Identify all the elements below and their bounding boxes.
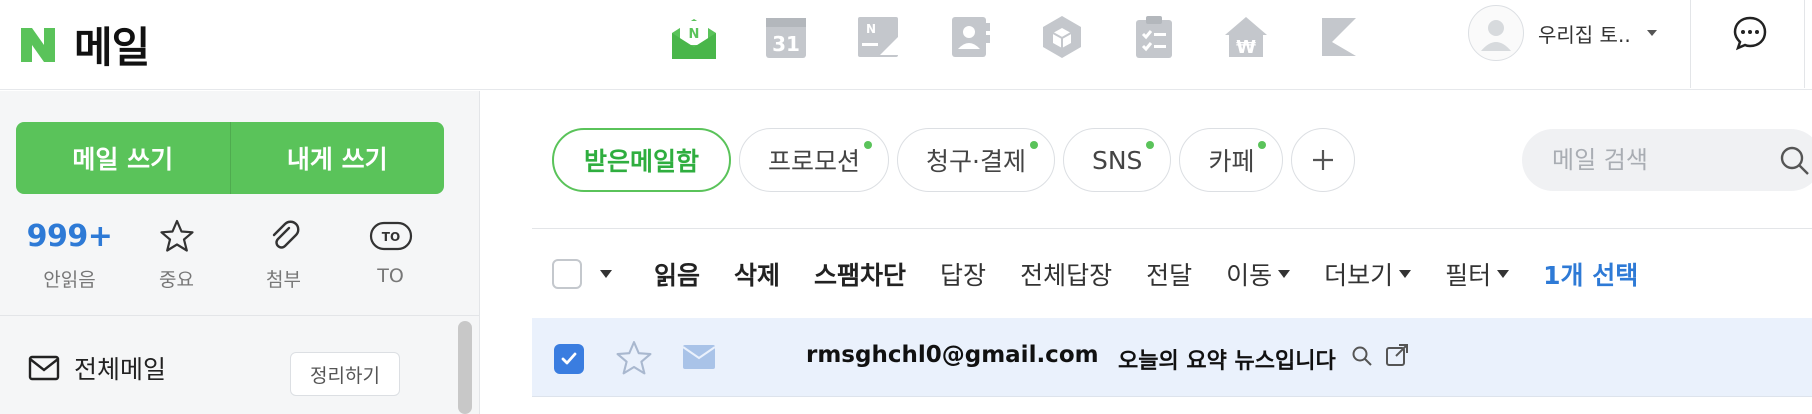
svg-text:₩: ₩ <box>1236 37 1256 58</box>
mail-app-icon[interactable]: N <box>648 12 740 62</box>
mail-subject[interactable]: 오늘의 요약 뉴스입니다 <box>1118 343 1336 375</box>
tab-label: 카페 <box>1208 147 1255 176</box>
spam-block-button[interactable]: 스팸차단 <box>814 256 906 292</box>
mark-read-button[interactable]: 읽음 <box>654 256 700 292</box>
filter-dropdown[interactable]: 필터 <box>1445 256 1510 292</box>
tab-billing[interactable]: 청구·결제 <box>897 128 1055 192</box>
quick-attachment[interactable]: 첨부 <box>230 213 337 293</box>
chevron-down-icon <box>1399 270 1412 278</box>
quick-label: 안읽음 <box>43 269 96 291</box>
tab-promotion[interactable]: 프로모션 <box>739 128 890 192</box>
brand-logo[interactable]: 메일 <box>18 14 150 75</box>
svg-text:TO: TO <box>381 230 399 244</box>
svg-text:N: N <box>689 27 700 42</box>
select-all-checkbox[interactable] <box>552 259 582 289</box>
bookmark-icon[interactable] <box>1292 12 1384 62</box>
compose-group: 메일 쓰기 내게 쓰기 <box>16 122 444 194</box>
more-dropdown[interactable]: 더보기 <box>1324 256 1412 292</box>
envelope-icon <box>28 355 60 381</box>
svg-text:31: 31 <box>772 32 800 56</box>
plus-icon <box>1313 150 1334 170</box>
tab-sns[interactable]: SNS <box>1062 128 1172 192</box>
search-icon[interactable] <box>1350 344 1374 368</box>
quick-label: TO <box>377 265 404 287</box>
chevron-down-icon <box>1497 270 1510 278</box>
profile-name: 우리집 토.. <box>1538 22 1631 47</box>
checklist-icon[interactable] <box>1108 12 1200 62</box>
new-dot <box>1146 141 1155 149</box>
household-ledger-icon[interactable]: ₩ <box>1200 12 1292 62</box>
self-compose-button[interactable]: 내게 쓰기 <box>231 122 445 194</box>
folder-all-mail[interactable]: 전체메일 <box>28 350 166 386</box>
star-icon[interactable] <box>616 340 652 376</box>
filter-label: 필터 <box>1445 261 1492 290</box>
unread-count: 999+ <box>26 218 113 254</box>
new-dot <box>864 141 873 149</box>
quick-label: 중요 <box>159 269 194 291</box>
tab-label: 청구·결제 <box>926 147 1026 176</box>
mail-row[interactable]: rmsghchl0@gmail.com 오늘의 요약 뉴스입니다 <box>532 318 1812 397</box>
quick-filters: 999+ 안읽음 중요 첨부 TO TO <box>16 213 444 293</box>
chat-icon[interactable] <box>1732 15 1768 51</box>
sidebar-divider <box>0 315 479 316</box>
star-icon <box>159 213 194 259</box>
main-divider <box>532 228 1812 229</box>
quick-to-me[interactable]: TO TO <box>337 213 444 293</box>
selection-count: 1개 선택 <box>1543 261 1639 290</box>
row-checkbox[interactable] <box>554 344 584 374</box>
quick-label: 첨부 <box>266 269 301 291</box>
box-icon[interactable] <box>1016 12 1108 62</box>
chevron-down-icon <box>1278 270 1291 278</box>
mail-search <box>1522 129 1812 191</box>
search-icon[interactable] <box>1778 144 1812 178</box>
chevron-down-icon[interactable] <box>600 270 612 278</box>
calendar-icon[interactable]: 31 <box>740 12 832 62</box>
contacts-icon[interactable] <box>924 12 1016 62</box>
tab-label: 받은메일함 <box>584 147 700 176</box>
naver-n-icon <box>18 25 58 65</box>
app-title: 메일 <box>74 23 150 72</box>
more-label: 더보기 <box>1324 261 1394 290</box>
mail-toolbar: 읽음 삭제 스팸차단 답장 전체답장 전달 이동 더보기 필터 1개 선택 <box>552 250 1672 298</box>
header-divider <box>1690 0 1691 88</box>
cleanup-button[interactable]: 정리하기 <box>290 352 400 396</box>
to-icon: TO <box>369 213 413 259</box>
reply-all-button[interactable]: 전체답장 <box>1020 256 1112 292</box>
header-divider <box>1804 0 1805 88</box>
forward-button[interactable]: 전달 <box>1146 256 1192 292</box>
mailbox-tabs: 받은메일함 프로모션 청구·결제 SNS 카페 <box>552 128 1356 192</box>
sidebar-scrollbar[interactable] <box>458 321 472 414</box>
profile-menu[interactable]: 우리집 토.. <box>1468 5 1657 61</box>
news-icon[interactable]: N <box>832 12 924 62</box>
reply-button[interactable]: 답장 <box>940 256 986 292</box>
tab-inbox[interactable]: 받은메일함 <box>552 128 732 192</box>
quick-important[interactable]: 중요 <box>123 213 230 293</box>
sidebar: 메일 쓰기 내게 쓰기 999+ 안읽음 중요 첨부 TO TO 전체메일 정리… <box>0 91 480 414</box>
folder-label: 전체메일 <box>74 355 167 384</box>
move-dropdown[interactable]: 이동 <box>1226 256 1291 292</box>
envelope-icon[interactable] <box>682 343 716 371</box>
new-dot <box>1029 141 1038 149</box>
tab-label: 프로모션 <box>768 147 861 176</box>
new-dot <box>1258 141 1267 149</box>
tab-cafe[interactable]: 카페 <box>1179 128 1284 192</box>
tab-label: SNS <box>1091 145 1143 175</box>
open-in-new-icon[interactable] <box>1384 342 1410 368</box>
quick-unread[interactable]: 999+ 안읽음 <box>16 213 123 293</box>
svg-text:N: N <box>866 22 876 36</box>
paperclip-icon <box>267 213 301 259</box>
move-label: 이동 <box>1226 261 1273 290</box>
mail-sender: rmsghchl0@gmail.com <box>806 342 1099 368</box>
delete-button[interactable]: 삭제 <box>734 256 780 292</box>
compose-button[interactable]: 메일 쓰기 <box>16 122 230 194</box>
add-tab-button[interactable] <box>1291 128 1356 192</box>
checkmark-icon <box>561 352 577 365</box>
chevron-down-icon <box>1646 30 1657 36</box>
avatar[interactable] <box>1468 5 1524 61</box>
search-input[interactable] <box>1552 146 1772 174</box>
app-switcher: N 31 N ₩ <box>648 12 1384 62</box>
top-header: 메일 N 31 N ₩ 우리집 토.. <box>0 0 1812 90</box>
